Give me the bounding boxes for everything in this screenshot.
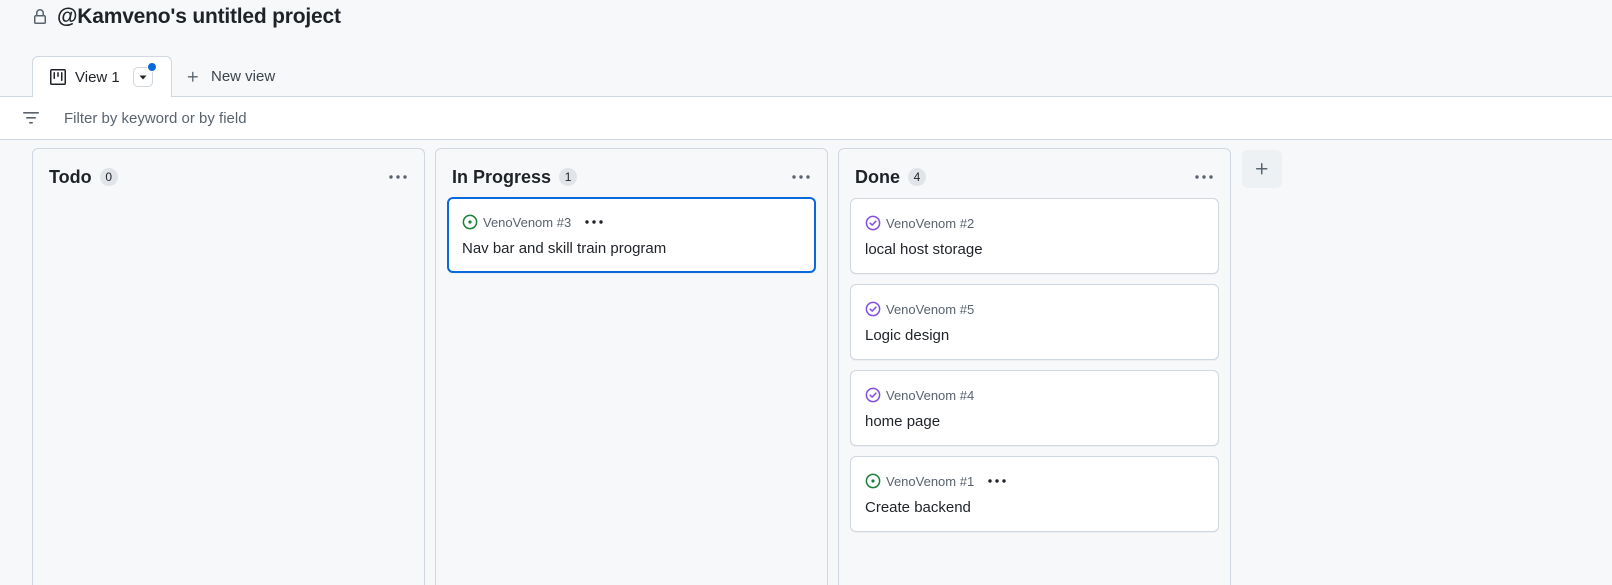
view-options-button[interactable] xyxy=(132,62,157,87)
column-count-badge: 0 xyxy=(99,168,118,186)
kebab-horizontal-icon xyxy=(584,219,604,225)
issue-title[interactable]: Create backend xyxy=(865,499,971,516)
card-menu-button[interactable] xyxy=(584,219,604,225)
issue-title[interactable]: local host storage xyxy=(865,241,983,258)
unsaved-changes-dot xyxy=(146,62,157,72)
project-board-icon xyxy=(50,69,66,85)
kebab-horizontal-icon xyxy=(388,174,408,180)
issue-reference[interactable]: VenoVenom #3 xyxy=(483,215,571,230)
column-count-badge: 4 xyxy=(908,168,926,186)
issue-open-icon xyxy=(462,214,478,230)
card-meta: VenoVenom #3 xyxy=(462,212,604,232)
card-meta: VenoVenom #2 xyxy=(865,213,974,233)
issue-closed-icon xyxy=(865,387,881,403)
column-header: Done 4 xyxy=(855,165,1218,189)
project-header: @Kamveno's untitled project xyxy=(32,4,341,30)
plus-icon xyxy=(186,70,200,84)
kebab-horizontal-icon xyxy=(987,478,1007,484)
card-meta: VenoVenom #4 xyxy=(865,385,974,405)
plus-icon xyxy=(1254,161,1270,177)
column-title: In Progress xyxy=(452,166,552,187)
column-menu-button[interactable] xyxy=(1190,165,1218,189)
issue-card[interactable]: VenoVenom #4 home page xyxy=(850,370,1219,446)
column-in-progress: In Progress 1 VenoVenom #3 Nav bar and s… xyxy=(435,148,828,585)
issue-reference[interactable]: VenoVenom #5 xyxy=(886,302,974,317)
issue-card[interactable]: VenoVenom #2 local host storage xyxy=(850,198,1219,274)
filter-input[interactable] xyxy=(64,105,1564,131)
new-view-button[interactable]: New view xyxy=(186,56,275,97)
issue-reference[interactable]: VenoVenom #2 xyxy=(886,216,974,231)
issue-card[interactable]: VenoVenom #5 Logic design xyxy=(850,284,1219,360)
column-done: Done 4 VenoVenom #2 local host storage V… xyxy=(838,148,1231,585)
filter-icon[interactable] xyxy=(22,111,40,125)
kebab-horizontal-icon xyxy=(1194,174,1214,180)
issue-open-icon xyxy=(865,473,881,489)
card-menu-button[interactable] xyxy=(987,478,1007,484)
filter-bar xyxy=(0,97,1612,140)
column-header: Todo 0 xyxy=(49,165,412,189)
issue-title[interactable]: Nav bar and skill train program xyxy=(462,240,666,257)
issue-closed-icon xyxy=(865,301,881,317)
issue-reference[interactable]: VenoVenom #4 xyxy=(886,388,974,403)
issue-reference[interactable]: VenoVenom #1 xyxy=(886,474,974,489)
column-menu-button[interactable] xyxy=(384,165,412,189)
column-todo: Todo 0 xyxy=(32,148,425,585)
lock-icon xyxy=(32,9,48,25)
column-header: In Progress 1 xyxy=(452,165,815,189)
tab-view-1[interactable]: View 1 xyxy=(32,56,172,98)
issue-closed-icon xyxy=(865,215,881,231)
tab-label: View 1 xyxy=(75,68,120,86)
card-meta: VenoVenom #5 xyxy=(865,299,974,319)
view-tabs: View 1 New view xyxy=(0,56,1612,98)
kebab-horizontal-icon xyxy=(791,174,811,180)
issue-title[interactable]: Logic design xyxy=(865,327,949,344)
column-menu-button[interactable] xyxy=(787,165,815,189)
column-title: Todo xyxy=(49,166,92,187)
issue-card[interactable]: VenoVenom #3 Nav bar and skill train pro… xyxy=(447,197,816,273)
column-count-badge: 1 xyxy=(559,168,578,186)
new-view-label: New view xyxy=(211,68,276,85)
issue-card[interactable]: VenoVenom #1 Create backend xyxy=(850,456,1219,532)
project-title: @Kamveno's untitled project xyxy=(57,5,341,28)
card-meta: VenoVenom #1 xyxy=(865,471,1007,491)
add-column-button[interactable] xyxy=(1242,150,1282,188)
issue-title[interactable]: home page xyxy=(865,413,940,430)
triangle-down-icon xyxy=(138,72,148,82)
column-title: Done xyxy=(855,166,900,187)
